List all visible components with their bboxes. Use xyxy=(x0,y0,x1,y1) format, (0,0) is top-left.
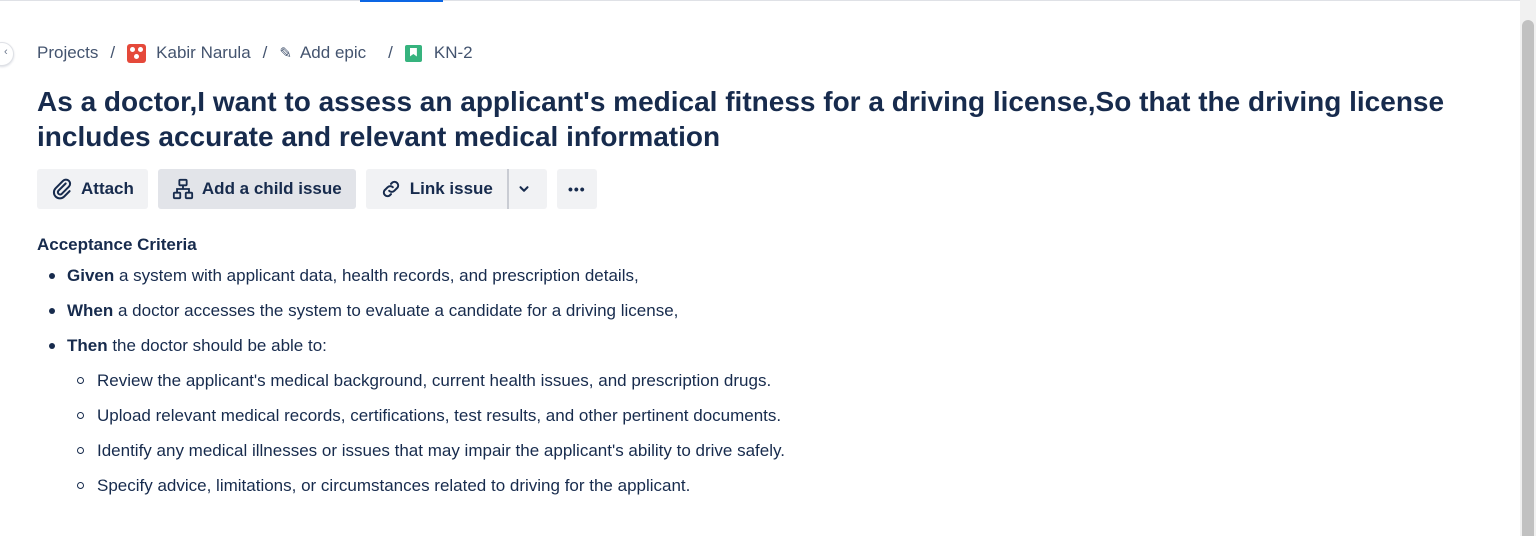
project-avatar-icon xyxy=(127,43,147,63)
list-item: When a doctor accesses the system to eva… xyxy=(37,300,1437,322)
sub-list-item: Upload relevant medical records, certifi… xyxy=(67,405,1437,427)
then-text: the doctor should be able to: xyxy=(107,336,327,355)
then-keyword: Then xyxy=(67,336,108,355)
breadcrumb-projects[interactable]: Projects xyxy=(37,43,98,63)
more-actions-button[interactable]: ••• xyxy=(556,169,597,209)
breadcrumb-add-epic[interactable]: ✎ Add epic xyxy=(279,43,366,63)
breadcrumb-separator: / xyxy=(388,43,393,62)
criteria-list: Given a system with applicant data, heal… xyxy=(37,265,1437,497)
given-keyword: Given xyxy=(67,266,115,285)
top-divider xyxy=(0,0,1520,1)
given-text: a system with applicant data, health rec… xyxy=(114,266,639,285)
paperclip-icon xyxy=(52,178,72,200)
breadcrumb-project-label: Kabir Narula xyxy=(156,43,251,62)
list-item: Then the doctor should be able to: Revie… xyxy=(37,335,1437,497)
hierarchy-icon xyxy=(172,178,193,200)
collapse-sidebar-button[interactable]: ‹ xyxy=(0,42,14,66)
sub-list-item: Review the applicant's medical backgroun… xyxy=(67,370,1437,392)
link-issue-button[interactable]: Link issue xyxy=(365,169,507,209)
when-text: a doctor accesses the system to evaluate… xyxy=(113,301,679,320)
link-icon xyxy=(382,180,399,198)
link-issue-dropdown-button[interactable] xyxy=(506,169,547,209)
active-tab-indicator xyxy=(360,0,443,2)
attach-label: Attach xyxy=(81,179,134,198)
pencil-icon: ✎ xyxy=(279,45,292,62)
chevron-down-icon xyxy=(519,186,529,192)
scrollbar[interactable] xyxy=(1520,0,1536,536)
attach-button[interactable]: Attach xyxy=(37,169,148,209)
breadcrumb-issue-key: KN-2 xyxy=(433,43,473,62)
breadcrumb-project[interactable]: Kabir Narula xyxy=(127,43,251,63)
issue-toolbar: Attach Add a child issue Link issue ••• xyxy=(37,169,597,209)
chevron-left-icon: ‹ xyxy=(4,46,8,58)
acceptance-criteria-heading: Acceptance Criteria xyxy=(37,235,197,254)
breadcrumb-separator: / xyxy=(110,43,116,62)
more-icon: ••• xyxy=(568,181,586,197)
story-icon xyxy=(404,44,422,62)
when-keyword: When xyxy=(67,301,114,320)
add-child-issue-button[interactable]: Add a child issue xyxy=(157,169,356,209)
link-issue-label: Link issue xyxy=(409,179,493,198)
issue-title[interactable]: As a doctor,I want to assess an applican… xyxy=(37,84,1477,154)
breadcrumb: Projects / Kabir Narula / ✎ Add epic / K… xyxy=(37,42,473,64)
sub-criteria-list: Review the applicant's medical backgroun… xyxy=(67,370,1437,497)
sub-list-item: Specify advice, limitations, or circumst… xyxy=(67,475,1437,497)
scrollbar-thumb[interactable] xyxy=(1522,20,1534,536)
list-item: Given a system with applicant data, heal… xyxy=(37,265,1437,287)
add-child-label: Add a child issue xyxy=(201,179,342,198)
breadcrumb-issue[interactable]: KN-2 xyxy=(404,43,473,63)
sub-list-item: Identify any medical illnesses or issues… xyxy=(67,440,1437,462)
breadcrumb-epic-label: Add epic xyxy=(299,43,367,62)
breadcrumb-separator: / xyxy=(262,43,268,62)
issue-description[interactable]: Acceptance Criteria Given a system with … xyxy=(37,234,1437,510)
